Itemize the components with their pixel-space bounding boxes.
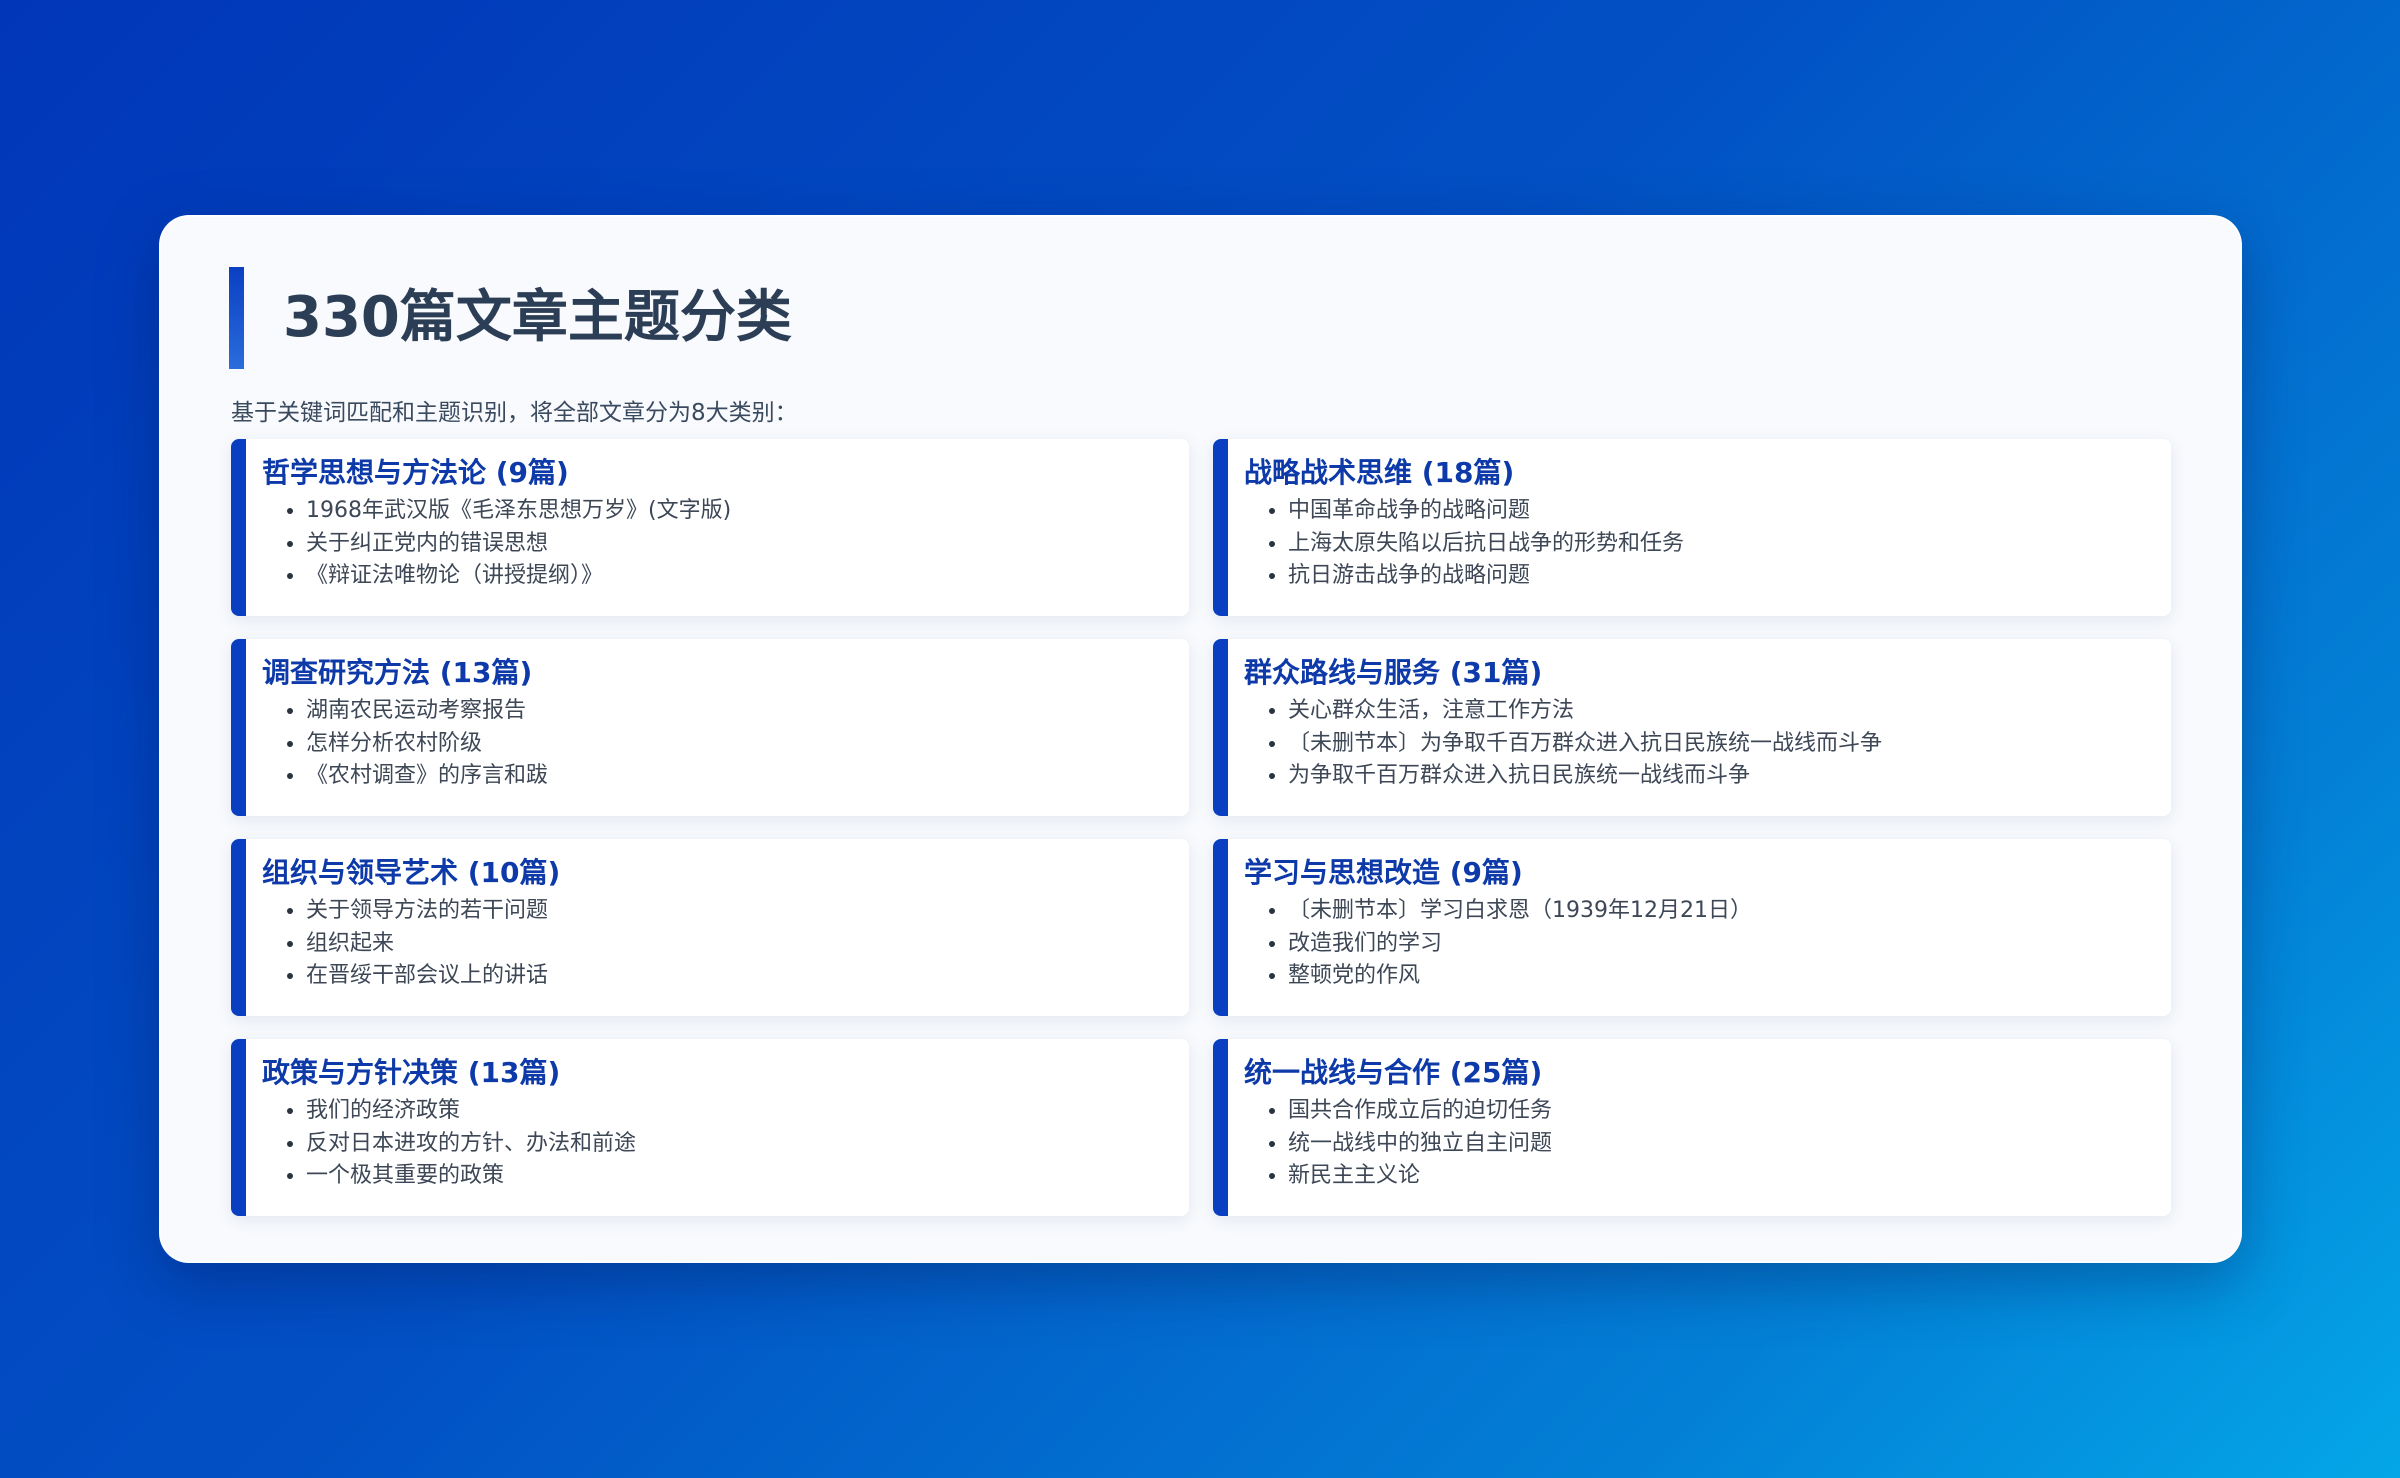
category-item-list: 〔未删节本〕学习白求恩（1939年12月21日） 改造我们的学习 整顿党的作风 [1244,895,2151,993]
category-item: 关于领导方法的若干问题 [306,895,1169,928]
category-item: 我们的经济政策 [306,1095,1169,1128]
category-item: 改造我们的学习 [1288,928,2151,961]
category-card: 群众路线与服务 (31篇) 关心群众生活，注意工作方法 〔未删节本〕为争取千百万… [1213,639,2171,816]
category-item-list: 1968年武汉版《毛泽东思想万岁》(文字版) 关于纠正党内的错误思想 《辩证法唯… [262,495,1169,593]
category-title: 统一战线与合作 (25篇) [1244,1056,1543,1089]
category-title: 学习与思想改造 (9篇) [1244,856,1523,889]
category-item: 抗日游击战争的战略问题 [1288,560,2151,593]
category-item: 国共合作成立后的迫切任务 [1288,1095,2151,1128]
category-item-list: 中国革命战争的战略问题 上海太原失陷以后抗日战争的形势和任务 抗日游击战争的战略… [1244,495,2151,593]
category-item: 〔未删节本〕学习白求恩（1939年12月21日） [1288,895,2151,928]
category-item-list: 国共合作成立后的迫切任务 统一战线中的独立自主问题 新民主主义论 [1244,1095,2151,1193]
category-title: 战略战术思维 (18篇) [1244,456,1515,489]
page-title: 330篇文章主题分类 [283,285,792,350]
category-item: 1968年武汉版《毛泽东思想万岁》(文字版) [306,495,1169,528]
category-item-list: 关心群众生活，注意工作方法 〔未删节本〕为争取千百万群众进入抗日民族统一战线而斗… [1244,695,2151,793]
category-card: 战略战术思维 (18篇) 中国革命战争的战略问题 上海太原失陷以后抗日战争的形势… [1213,439,2171,616]
category-title: 组织与领导艺术 (10篇) [262,856,561,889]
category-card: 学习与思想改造 (9篇) 〔未删节本〕学习白求恩（1939年12月21日） 改造… [1213,839,2171,1016]
category-card: 组织与领导艺术 (10篇) 关于领导方法的若干问题 组织起来 在晋绥干部会议上的… [231,839,1189,1016]
category-card: 哲学思想与方法论 (9篇) 1968年武汉版《毛泽东思想万岁》(文字版) 关于纠… [231,439,1189,616]
category-item: 中国革命战争的战略问题 [1288,495,2151,528]
category-item: 《辩证法唯物论（讲授提纲）》 [306,560,1169,593]
category-item: 组织起来 [306,928,1169,961]
category-title: 群众路线与服务 (31篇) [1244,656,1543,689]
category-item: 整顿党的作风 [1288,960,2151,993]
category-item: 统一战线中的独立自主问题 [1288,1128,2151,1161]
category-item: 关于纠正党内的错误思想 [306,528,1169,561]
category-item: 湖南农民运动考察报告 [306,695,1169,728]
category-item: 关心群众生活，注意工作方法 [1288,695,2151,728]
category-item: 新民主主义论 [1288,1160,2151,1193]
category-item: 在晋绥干部会议上的讲话 [306,960,1169,993]
category-item: 〔未删节本〕为争取千百万群众进入抗日民族统一战线而斗争 [1288,728,2151,761]
category-title: 调查研究方法 (13篇) [262,656,533,689]
category-item: 《农村调查》的序言和跋 [306,760,1169,793]
category-title: 政策与方针决策 (13篇) [262,1056,561,1089]
category-grid: 哲学思想与方法论 (9篇) 1968年武汉版《毛泽东思想万岁》(文字版) 关于纠… [231,439,2171,1216]
category-item-list: 湖南农民运动考察报告 怎样分析农村阶级 《农村调查》的序言和跋 [262,695,1169,793]
category-card: 调查研究方法 (13篇) 湖南农民运动考察报告 怎样分析农村阶级 《农村调查》的… [231,639,1189,816]
category-title: 哲学思想与方法论 (9篇) [262,456,569,489]
category-item-list: 关于领导方法的若干问题 组织起来 在晋绥干部会议上的讲话 [262,895,1169,993]
category-item-list: 我们的经济政策 反对日本进攻的方针、办法和前途 一个极其重要的政策 [262,1095,1169,1193]
title-accent-bar [229,267,244,369]
category-card: 统一战线与合作 (25篇) 国共合作成立后的迫切任务 统一战线中的独立自主问题 … [1213,1039,2171,1216]
category-item: 怎样分析农村阶级 [306,728,1169,761]
page-subtitle: 基于关键词匹配和主题识别，将全部文章分为8大类别： [231,400,798,426]
category-item: 反对日本进攻的方针、办法和前途 [306,1128,1169,1161]
category-item: 一个极其重要的政策 [306,1160,1169,1193]
category-item: 为争取千百万群众进入抗日民族统一战线而斗争 [1288,760,2151,793]
category-card: 政策与方针决策 (13篇) 我们的经济政策 反对日本进攻的方针、办法和前途 一个… [231,1039,1189,1216]
content-card: 330篇文章主题分类 基于关键词匹配和主题识别，将全部文章分为8大类别： 哲学思… [159,215,2242,1263]
category-item: 上海太原失陷以后抗日战争的形势和任务 [1288,528,2151,561]
